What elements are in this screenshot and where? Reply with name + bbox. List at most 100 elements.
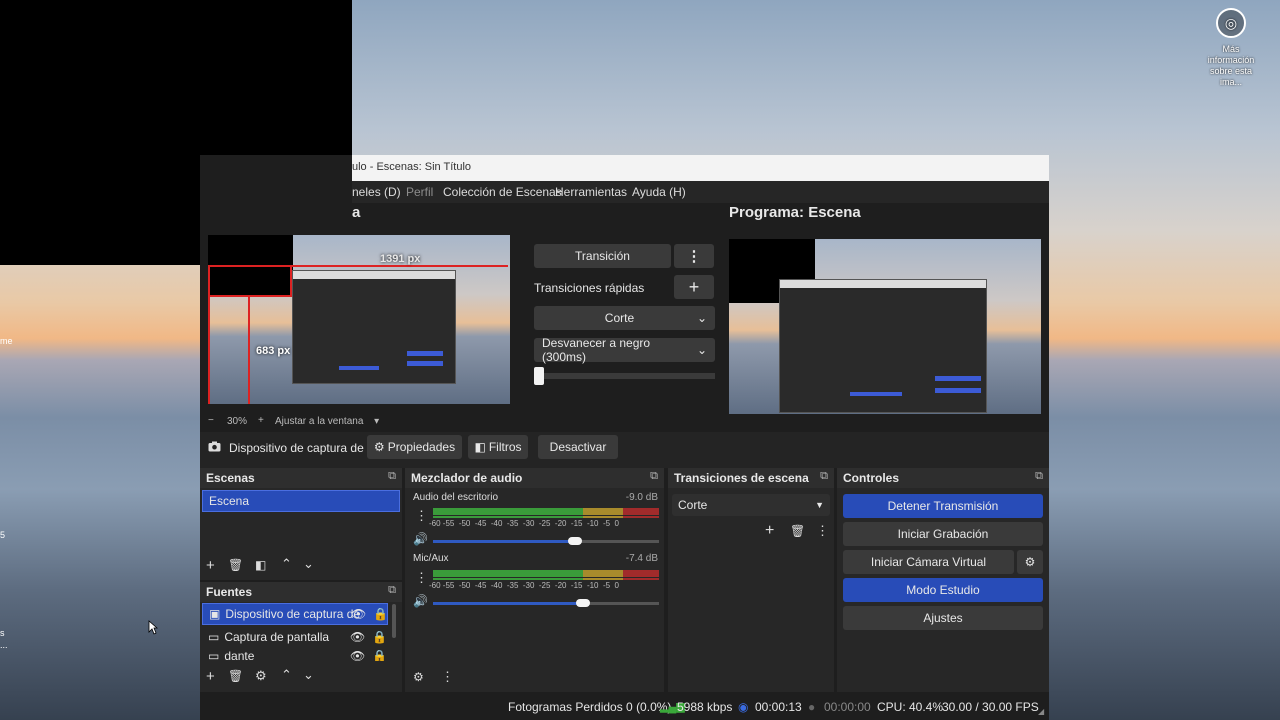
undock-icon[interactable]: ⧉ bbox=[388, 584, 396, 597]
start-recording-button[interactable]: Iniciar Grabación bbox=[843, 522, 1043, 546]
gear-icon[interactable]: ⚙ bbox=[255, 668, 267, 684]
undock-icon[interactable]: ⧉ bbox=[388, 470, 396, 483]
sources-scrollbar[interactable] bbox=[392, 604, 396, 638]
meter-ticks: -60 -55 -50 -45 -40 -35 -30 -25 -20 -15 … bbox=[429, 581, 619, 590]
transition-button[interactable]: Transición bbox=[534, 244, 671, 268]
lock-icon[interactable]: 🔒 bbox=[372, 630, 387, 644]
selected-source-name: Dispositivo de captura de v bbox=[229, 441, 374, 455]
lock-icon[interactable]: 🔒 bbox=[372, 649, 387, 661]
title-bar: ulo - Escenas: Sin Título – ☐ ✕ bbox=[352, 155, 1049, 181]
undock-icon[interactable]: ⧉ bbox=[820, 470, 828, 483]
scene-item-label: Escena bbox=[209, 494, 250, 508]
stream-icon: ◉ bbox=[738, 700, 749, 714]
meter-ticks: -60 -55 -50 -45 -40 -35 -30 -25 -20 -15 … bbox=[429, 519, 619, 528]
fade-option-label: Desvanecer a negro (300ms) bbox=[542, 336, 651, 364]
deactivate-button[interactable]: Desactivar bbox=[538, 435, 618, 459]
mixer-settings-icon[interactable]: ⚙ bbox=[413, 670, 424, 684]
source-item[interactable]: ▣ Dispositivo de captura de 👁 🔒 bbox=[202, 603, 388, 625]
add-quick-transition-button[interactable]: + bbox=[674, 275, 714, 299]
eye-icon[interactable]: 👁 bbox=[351, 607, 366, 621]
quick-transition-cut[interactable]: Corte ⌄ bbox=[534, 306, 715, 330]
chevron-down-icon: ⌄ bbox=[696, 311, 707, 325]
audio-meter bbox=[433, 516, 659, 518]
eye-icon[interactable]: 👁 bbox=[350, 630, 365, 644]
resize-grip-icon[interactable]: ◢ bbox=[1038, 707, 1044, 716]
cut-option-label: Corte bbox=[604, 311, 635, 325]
track-name: Audio del escritorio bbox=[413, 492, 499, 503]
filter-icon[interactable]: ◧ bbox=[255, 558, 266, 572]
move-down-button[interactable]: ⌄ bbox=[303, 667, 314, 683]
desktop-info-icon[interactable]: ◎ Más información sobre esta ima... bbox=[1200, 8, 1262, 88]
dropped-frames: Fotogramas Perdidos 0 (0.0%) bbox=[508, 700, 672, 714]
zoom-in-button[interactable]: + bbox=[258, 415, 264, 426]
track-db: -7.4 dB bbox=[625, 553, 658, 564]
undock-icon[interactable]: ⧉ bbox=[650, 470, 658, 483]
lock-icon[interactable]: 🔒 bbox=[373, 607, 388, 621]
filter-icon: ◧ bbox=[474, 440, 486, 454]
trash-icon[interactable]: 🗑 bbox=[228, 558, 243, 572]
add-source-button[interactable]: + bbox=[206, 668, 215, 685]
menu-profile[interactable]: Perfil bbox=[406, 185, 433, 199]
more-vertical-icon[interactable]: ⋮ bbox=[415, 570, 428, 586]
more-vertical-icon[interactable]: ⋮ bbox=[415, 508, 428, 524]
add-transition-button[interactable]: + bbox=[765, 522, 774, 540]
source-item[interactable]: ▭ dante 👁 🔒 bbox=[202, 649, 388, 661]
width-label: 1391 px bbox=[380, 253, 421, 265]
transition-menu-button[interactable]: ⋮ bbox=[674, 244, 714, 268]
settings-button[interactable]: Ajustes bbox=[843, 606, 1043, 630]
properties-button[interactable]: ⚙ Propiedades bbox=[367, 435, 462, 459]
edge-text: s bbox=[0, 628, 5, 638]
more-vertical-icon[interactable]: ⋮ bbox=[441, 669, 454, 685]
move-up-button[interactable]: ⌃ bbox=[281, 556, 292, 572]
add-scene-button[interactable]: + bbox=[206, 557, 215, 574]
studio-mode-button[interactable]: Modo Estudio bbox=[843, 578, 1043, 602]
eye-icon[interactable]: 👁 bbox=[350, 649, 365, 661]
trash-icon[interactable]: 🗑 bbox=[228, 669, 243, 683]
undock-icon[interactable]: ⧉ bbox=[1035, 470, 1043, 483]
menu-scene-collection[interactable]: Colección de Escenas bbox=[443, 185, 562, 199]
preview-header: a bbox=[352, 204, 361, 221]
menu-tools[interactable]: Herramientas bbox=[555, 185, 627, 199]
quick-transition-fade[interactable]: Desvanecer a negro (300ms) ⌄ bbox=[534, 336, 715, 364]
bbox-top-line bbox=[208, 265, 508, 267]
volume-knob[interactable] bbox=[568, 537, 582, 545]
move-up-button[interactable]: ⌃ bbox=[281, 667, 292, 683]
bbox-guide-line bbox=[208, 295, 290, 297]
transition-slider[interactable] bbox=[534, 373, 715, 379]
scene-transitions-title: Transiciones de escena bbox=[674, 471, 809, 485]
volume-slider[interactable] bbox=[433, 540, 575, 543]
height-label: 683 px bbox=[256, 345, 291, 357]
menu-docks[interactable]: neles (D) bbox=[352, 185, 401, 199]
more-vertical-icon[interactable]: ⋮ bbox=[816, 523, 829, 539]
speaker-icon[interactable]: 🔊 bbox=[413, 532, 428, 546]
volume-slider[interactable] bbox=[433, 602, 583, 605]
scene-item[interactable]: Escena bbox=[202, 490, 400, 512]
stop-streaming-button[interactable]: Detener Transmisión bbox=[843, 494, 1043, 518]
volume-knob[interactable] bbox=[576, 599, 590, 607]
trash-icon[interactable]: 🗑 bbox=[790, 524, 805, 538]
fit-window-label: Ajustar a la ventana bbox=[275, 416, 364, 427]
preview-canvas[interactable]: 1391 px 683 px bbox=[208, 235, 510, 404]
filters-button[interactable]: ◧ Filtros bbox=[468, 435, 528, 459]
controls-panel: Controles ⧉ Detener Transmisión Iniciar G… bbox=[837, 468, 1049, 692]
audio-meter bbox=[433, 578, 659, 580]
scenes-panel: Escenas ⧉ Escena + 🗑 ◧ ⌃ ⌄ bbox=[200, 468, 402, 580]
scene-transitions-panel: Transiciones de escena ⧉ Corte ▼ + 🗑 ⋮ bbox=[668, 468, 834, 692]
mouse-cursor-icon bbox=[148, 620, 158, 635]
quick-transitions-label: Transiciones rápidas bbox=[534, 281, 645, 295]
bbox-guide-line bbox=[248, 295, 250, 404]
speaker-icon[interactable]: 🔊 bbox=[413, 594, 428, 608]
move-down-button[interactable]: ⌄ bbox=[303, 556, 314, 572]
preview-nested-window bbox=[292, 270, 456, 384]
virtual-camera-settings-button[interactable]: ⚙ bbox=[1017, 550, 1043, 574]
zoom-out-button[interactable]: − bbox=[208, 415, 214, 426]
sources-title: Fuentes bbox=[206, 585, 253, 599]
source-item[interactable]: ▭ Captura de pantalla 👁 🔒 bbox=[202, 626, 388, 648]
bitrate: 5988 kbps bbox=[677, 700, 733, 714]
fit-window-dropdown[interactable]: Ajustar a la ventana ▾ bbox=[275, 416, 379, 427]
start-virtual-camera-button[interactable]: Iniciar Cámara Virtual bbox=[843, 550, 1014, 574]
record-time: 00:00:00 bbox=[824, 700, 871, 714]
transition-slider-handle[interactable] bbox=[534, 367, 544, 385]
transition-select[interactable]: Corte ▼ bbox=[672, 494, 830, 516]
menu-help[interactable]: Ayuda (H) bbox=[632, 185, 686, 199]
